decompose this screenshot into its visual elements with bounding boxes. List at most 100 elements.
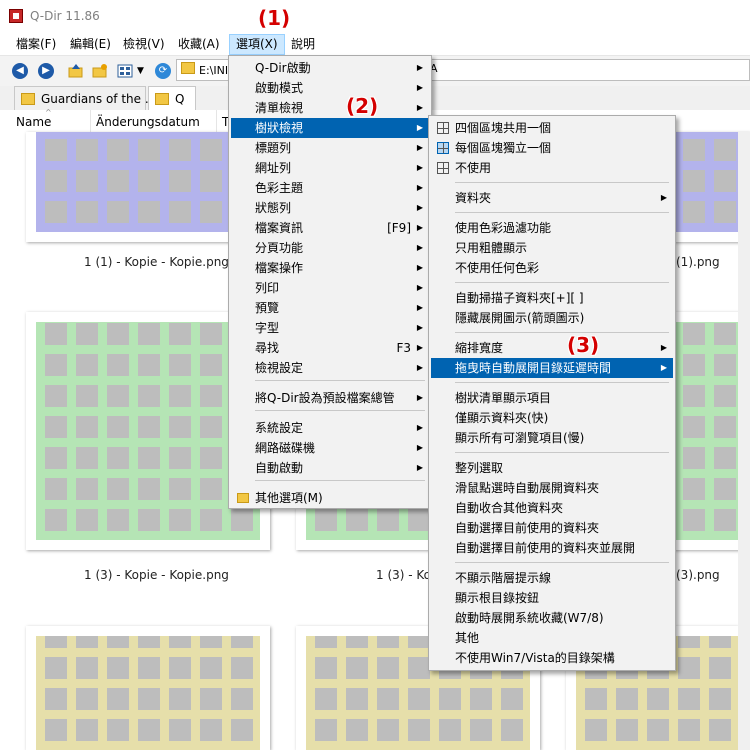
tree-menu-item[interactable]: 使用色彩過濾功能: [431, 218, 673, 238]
options-menu-item[interactable]: 尋找 F3 ▶: [231, 338, 429, 358]
tree-menu-item[interactable]: 自動選擇目前使用的資料夾並展開: [431, 538, 673, 558]
options-menu-item[interactable]: 字型 ▶: [231, 318, 429, 338]
options-menu-item[interactable]: 網址列 ▶: [231, 158, 429, 178]
options-menu-item[interactable]: 色彩主題 ▶: [231, 178, 429, 198]
tree-menu-item[interactable]: 顯示所有可瀏覽項目(慢): [431, 428, 673, 448]
tree-menu-item[interactable]: 縮排寬度 ▶: [431, 338, 673, 358]
submenu-arrow-icon: ▶: [416, 423, 423, 432]
options-menu-item[interactable]: 列印 ▶: [231, 278, 429, 298]
refresh-icon[interactable]: ⟳: [155, 63, 171, 79]
tree-menu-item[interactable]: 自動收合其他資料夾: [431, 498, 673, 518]
tree-menu-item[interactable]: 啟動時展開系統收藏(W7/8): [431, 608, 673, 628]
submenu-arrow-icon: ▶: [416, 463, 423, 472]
tree-menu-item[interactable]: 樹狀清單顯示項目: [431, 388, 673, 408]
menu-item-label: 使用色彩過濾功能: [455, 221, 552, 235]
file-name[interactable]: 1 (1) - Kopie - Kopie.png: [84, 255, 229, 269]
options-menu-item[interactable]: 清單檢視 ▶: [231, 98, 429, 118]
tree-menu-item[interactable]: 資料夾 ▶: [431, 188, 673, 208]
tree-menu-item[interactable]: 只用粗體顯示: [431, 238, 673, 258]
view-dropdown-icon[interactable]: ▼: [137, 63, 153, 79]
menu-file[interactable]: 檔案(F): [10, 34, 62, 55]
options-menu-item[interactable]: 樹狀檢視 ▶: [231, 118, 429, 138]
tree-menu-item[interactable]: 四個區塊共用一個: [431, 118, 673, 138]
tree-menu-item[interactable]: 不使用任何色彩: [431, 258, 673, 278]
menu-item-label: 啟動模式: [255, 81, 304, 95]
folder-icon: [237, 493, 249, 503]
tree-menu-item[interactable]: 自動掃描子資料夾[+][ ]: [431, 288, 673, 308]
file-name[interactable]: 1 (3) - Kopie - Kopie.png: [84, 568, 229, 582]
menu-item-label: 縮排寬度: [455, 341, 504, 355]
tree-menu-item[interactable]: 不使用Win7/Vista的目錄架構: [431, 648, 673, 668]
submenu-arrow-icon: ▶: [416, 393, 423, 402]
vertical-scrollbar[interactable]: [738, 132, 750, 750]
options-menu-item[interactable]: 狀態列 ▶: [231, 198, 429, 218]
menu-view[interactable]: 檢視(V): [117, 34, 171, 55]
file-name[interactable]: (1).png: [676, 255, 720, 269]
submenu-arrow-icon: ▶: [416, 303, 423, 312]
up-folder-icon[interactable]: [68, 63, 84, 79]
submenu-arrow-icon: ▶: [660, 193, 667, 202]
new-folder-icon[interactable]: [92, 63, 108, 79]
options-menu-item[interactable]: 檢視設定 ▶: [231, 358, 429, 378]
menu-item-label: 隱藏展開圖示(箭頭圖示): [455, 311, 585, 325]
menu-separator: [455, 182, 669, 183]
options-menu-item[interactable]: 啟動模式 ▶: [231, 78, 429, 98]
menu-item-label: Q-Dir啟動: [255, 61, 311, 75]
tree-menu-item[interactable]: 顯示根目錄按鈕: [431, 588, 673, 608]
view-mode-icon[interactable]: [117, 63, 133, 79]
menu-help[interactable]: 說明: [285, 34, 321, 55]
tree-menu-item[interactable]: 滑鼠點選時自動展開資料夾: [431, 478, 673, 498]
tab-guardians[interactable]: Guardians of the ...: [14, 86, 156, 110]
menu-item-label: 啟動時展開系統收藏(W7/8): [455, 611, 604, 625]
options-menu-item[interactable]: 檔案操作 ▶: [231, 258, 429, 278]
menu-favorites[interactable]: 收藏(A): [172, 34, 226, 55]
tree-menu-item[interactable]: 每個區塊獨立一個: [431, 138, 673, 158]
submenu-arrow-icon: ▶: [416, 103, 423, 112]
menu-item-label: 網路磁碟機: [255, 441, 316, 455]
back-icon[interactable]: ◀: [12, 63, 28, 79]
menu-options[interactable]: 選項(X): [229, 34, 285, 55]
tree-menu-item[interactable]: 整列選取: [431, 458, 673, 478]
file-name[interactable]: (3).png: [676, 568, 720, 582]
address-text[interactable]: E:\INI: [199, 64, 228, 77]
tree-menu-item[interactable]: 不使用: [431, 158, 673, 178]
tab-q[interactable]: Q: [148, 86, 196, 110]
options-menu-item[interactable]: 標題列 ▶: [231, 138, 429, 158]
menu-item-shortcut: F3: [396, 341, 411, 355]
menu-separator: [455, 282, 669, 283]
tree-menu-item[interactable]: 自動選擇目前使用的資料夾: [431, 518, 673, 538]
column-divider[interactable]: [216, 110, 217, 132]
tree-layout-icon: [437, 122, 449, 134]
options-menu-item[interactable]: 檔案資訊 [F9] ▶: [231, 218, 429, 238]
column-date[interactable]: Änderungsdatum: [96, 115, 200, 129]
tree-menu-item[interactable]: 隱藏展開圖示(箭頭圖示): [431, 308, 673, 328]
thumbnail[interactable]: [26, 626, 270, 750]
options-menu-item[interactable]: 其他選項(M): [231, 488, 429, 508]
forward-icon[interactable]: ▶: [38, 63, 54, 79]
menu-item-label: 其他: [455, 631, 480, 645]
tree-menu-item[interactable]: 僅顯示資料夾(快): [431, 408, 673, 428]
options-menu-item[interactable]: Q-Dir啟動 ▶: [231, 58, 429, 78]
options-menu-item[interactable]: 預覽 ▶: [231, 298, 429, 318]
app-icon: [9, 9, 23, 23]
tree-view-submenu: 四個區塊共用一個 每個區塊獨立一個 不使用資料夾 ▶ 使用色彩過濾功能只用粗體顯示 不使用…: [428, 115, 676, 671]
tree-menu-item[interactable]: 不顯示階層提示線: [431, 568, 673, 588]
tree-menu-item[interactable]: 其他: [431, 628, 673, 648]
options-menu-item[interactable]: 分頁功能 ▶: [231, 238, 429, 258]
step-badge-3: (3): [567, 333, 600, 357]
menu-item-label: 自動選擇目前使用的資料夾並展開: [455, 541, 636, 555]
menu-item-shortcut: [F9]: [387, 221, 411, 235]
column-name[interactable]: Name: [16, 115, 51, 129]
options-menu-item[interactable]: 將Q-Dir設為預設檔案總管 ▶: [231, 388, 429, 408]
menu-item-label: 整列選取: [455, 461, 504, 475]
menu-item-label: 清單檢視: [255, 101, 304, 115]
menu-edit[interactable]: 編輯(E): [64, 34, 117, 55]
options-menu-item[interactable]: 自動啟動 ▶: [231, 458, 429, 478]
submenu-arrow-icon: ▶: [416, 363, 423, 372]
tree-menu-item[interactable]: 拖曳時自動展開目錄延遲時間 ▶: [431, 358, 673, 378]
options-menu-item[interactable]: 系統設定 ▶: [231, 418, 429, 438]
submenu-arrow-icon: ▶: [416, 203, 423, 212]
title-bar: [0, 0, 750, 34]
column-divider[interactable]: [90, 110, 91, 132]
options-menu-item[interactable]: 網路磁碟機 ▶: [231, 438, 429, 458]
